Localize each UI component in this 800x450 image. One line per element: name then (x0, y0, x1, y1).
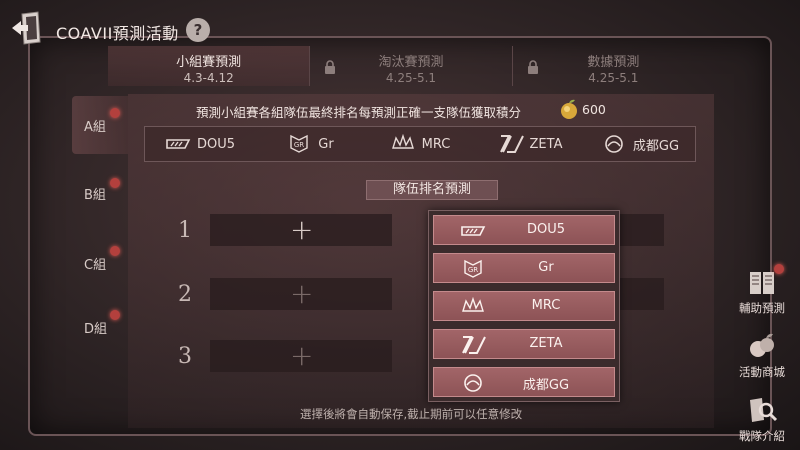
option-mrc[interactable]: MRC (433, 291, 615, 321)
option-dou5[interactable]: DOU5 (433, 215, 615, 245)
side-label: 戰隊介紹 (739, 429, 785, 443)
group-tab-b[interactable]: B組 (72, 164, 128, 222)
tab-label: 淘汰賽預測 (378, 55, 444, 70)
notification-dot (110, 246, 120, 256)
plus-icon: + (290, 213, 314, 246)
mrc-crown-logo-icon (391, 134, 414, 149)
notification-dot (110, 310, 120, 320)
group-tab-c[interactable]: C組 (72, 234, 128, 292)
rank-slot-3[interactable]: + (210, 340, 392, 372)
team-item-chengdu-gg: 成都GG (585, 134, 695, 154)
tab-date: 4.25-5.1 (588, 71, 639, 85)
rule-text: 預測小組賽各組隊伍最終排名每預測正確一支隊伍獲取積分 (196, 105, 522, 120)
team-name: MRC (421, 136, 451, 152)
chengdu-gg-logo-icon (605, 135, 623, 153)
team-item-mrc: MRC (365, 134, 475, 154)
stage-tabs: 小組賽預測 4.3-4.12 淘汰賽預測 4.25-5.1 數據預測 4.25-… (108, 46, 714, 86)
rank-slot-2[interactable]: + (210, 278, 392, 310)
tab-data-prediction[interactable]: 數據預測 4.25-5.1 (513, 46, 714, 86)
back-door-icon[interactable] (8, 8, 50, 48)
magnifier-icon (750, 398, 778, 422)
svg-text:GR: GR (294, 141, 304, 149)
tab-knockout-stage[interactable]: 淘汰賽預測 4.25-5.1 (310, 46, 513, 86)
gold-apple-icon (561, 99, 577, 119)
option-label: 成都GG (522, 378, 570, 393)
page-title: COAVII預測活動 (56, 24, 179, 43)
team-name: ZETA (529, 136, 563, 152)
mrc-crown-logo-icon (462, 297, 484, 312)
book-icon (750, 272, 774, 294)
tab-label: 小組賽預測 (176, 55, 242, 70)
team-item-gr: GR Gr (255, 134, 365, 154)
notification-dot (110, 108, 120, 118)
dou5-logo-icon (461, 226, 486, 236)
chengdu-gg-logo-icon (464, 374, 482, 392)
help-icon[interactable]: ? (186, 18, 210, 42)
tab-date: 4.3-4.12 (183, 71, 234, 85)
save-note: 選擇後將會自動保存,截止期前可以任意修改 (300, 407, 523, 421)
section-title: 隊伍排名預測 (366, 180, 498, 200)
group-label: B組 (84, 188, 106, 203)
event-shop-button[interactable]: 活動商城 (734, 330, 790, 380)
rank-slot-1[interactable]: + (210, 214, 392, 246)
tab-label: 數據預測 (587, 55, 640, 70)
team-name: 成都GG (632, 138, 680, 154)
option-label: ZETA (529, 336, 563, 351)
option-label: Gr (538, 260, 554, 275)
group-tab-d[interactable]: D組 (72, 298, 128, 356)
lock-icon (325, 60, 336, 74)
team-item-dou5: DOU5 (145, 134, 255, 154)
reward-points: 600 (582, 102, 606, 117)
plus-icon: + (290, 277, 314, 310)
dou5-logo-icon (166, 139, 191, 149)
team-name: Gr (318, 136, 334, 152)
assist-prediction-button[interactable]: 輔助預測 (734, 264, 790, 316)
zeta-logo-icon (499, 135, 524, 153)
notification-dot (110, 178, 120, 188)
group-label: D組 (84, 322, 108, 337)
apples-icon (750, 333, 774, 357)
svg-text:GR: GR (468, 266, 478, 274)
group-label: C組 (84, 258, 107, 273)
option-chengdu-gg[interactable]: 成都GG (433, 367, 615, 397)
gr-glory-logo-icon: GR (464, 259, 482, 278)
rank-slot-1-extra (620, 214, 664, 246)
rank-number: 1 (178, 218, 192, 243)
side-label: 活動商城 (739, 365, 785, 379)
team-item-zeta: ZETA (475, 134, 585, 154)
team-name: DOU5 (196, 136, 236, 152)
plus-icon: + (290, 339, 314, 372)
rank-number: 3 (178, 344, 192, 369)
group-team-list: DOU5 GR Gr MRC ZETA 成都GG (144, 126, 696, 162)
option-gr[interactable]: GR Gr (433, 253, 615, 283)
notification-dot (774, 264, 784, 274)
team-select-dropdown: DOU5 GR Gr MRC ZETA 成都GG (428, 210, 620, 402)
group-tab-a[interactable]: A組 (72, 96, 128, 154)
gr-glory-logo-icon: GR (290, 134, 308, 153)
tab-date: 4.25-5.1 (385, 71, 437, 85)
side-label: 輔助預測 (739, 301, 785, 315)
zeta-logo-icon (462, 336, 486, 354)
group-label: A組 (84, 120, 106, 135)
rank-number: 2 (178, 282, 192, 307)
tab-group-stage[interactable]: 小組賽預測 4.3-4.12 (108, 46, 311, 86)
option-label: DOU5 (526, 222, 566, 237)
rank-slot-2-extra (620, 278, 664, 310)
team-intro-button[interactable]: 戰隊介紹 (734, 394, 790, 444)
option-zeta[interactable]: ZETA (433, 329, 615, 359)
option-label: MRC (531, 298, 561, 313)
lock-icon (527, 60, 538, 74)
